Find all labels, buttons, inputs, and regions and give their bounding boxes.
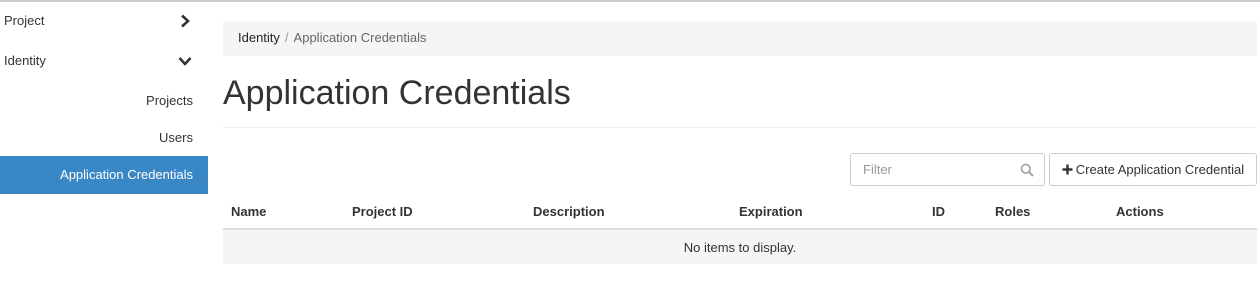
create-button-label: Create Application Credential [1075,162,1245,177]
sidebar: Project Identity Projects Users Applicat… [0,2,208,194]
search-icon[interactable] [1020,163,1034,177]
breadcrumb-current: Application Credentials [293,30,427,45]
credentials-table: Name Project ID Description Expiration I… [223,194,1257,264]
breadcrumb: Identity / Application Credentials [223,21,1257,56]
breadcrumb-identity-link[interactable]: Identity [238,30,280,45]
chevron-down-icon [178,57,192,66]
sidebar-section-label: Identity [4,53,46,68]
sidebar-section-identity[interactable]: Identity [0,42,208,82]
filter-input[interactable] [851,154,1011,185]
sidebar-item-projects[interactable]: Projects [0,82,208,119]
main-content: Identity / Application Credentials Applica… [223,2,1257,264]
sidebar-item-users[interactable]: Users [0,119,208,156]
column-header-roles[interactable]: Roles [987,194,1108,230]
sidebar-section-project[interactable]: Project [0,2,208,42]
plus-icon [1062,164,1073,175]
empty-message: No items to display. [223,229,1257,264]
breadcrumb-separator: / [284,30,289,45]
title-divider [223,127,1257,128]
column-header-project-id[interactable]: Project ID [344,194,525,230]
sidebar-item-application-credentials[interactable]: Application Credentials [0,156,208,194]
filter-box [850,153,1045,186]
table-header-row: Name Project ID Description Expiration I… [223,194,1257,230]
sidebar-section-label: Project [4,13,45,28]
column-header-description[interactable]: Description [525,194,731,230]
column-header-actions: Actions [1108,194,1257,230]
column-header-expiration[interactable]: Expiration [731,194,924,230]
create-application-credential-button[interactable]: Create Application Credential [1049,153,1257,186]
column-header-name[interactable]: Name [223,194,344,230]
page-title: Application Credentials [223,74,571,112]
chevron-right-icon [181,14,190,28]
table-empty-row: No items to display. [223,229,1257,264]
table-toolbar: Create Application Credential [223,153,1257,187]
column-header-id[interactable]: ID [924,194,987,230]
